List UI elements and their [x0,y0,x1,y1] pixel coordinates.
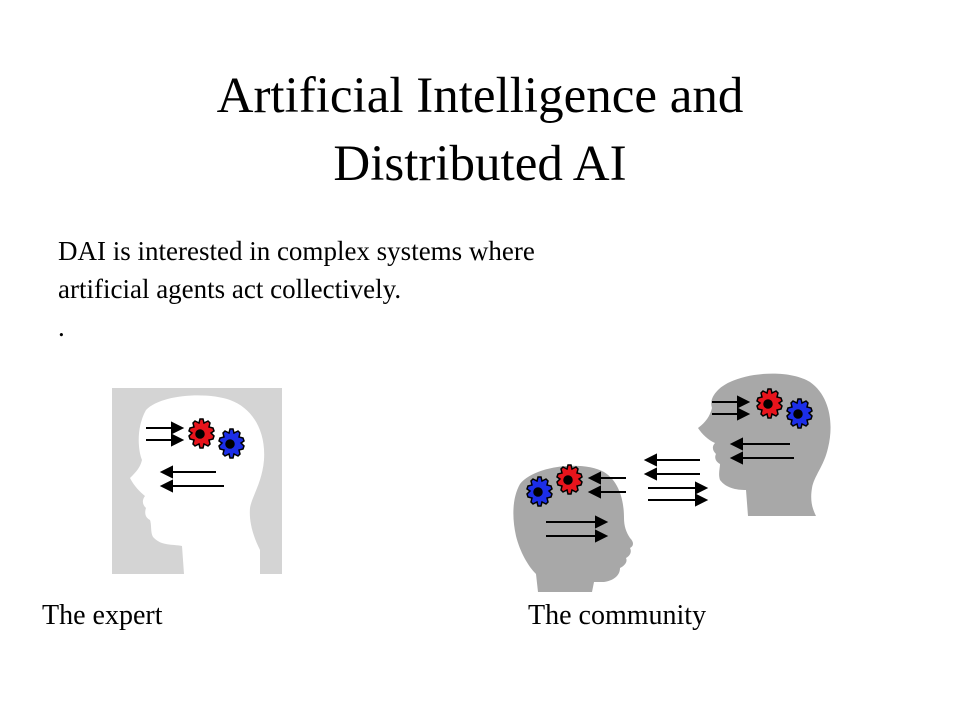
body-line-1: DAI is interested in complex systems whe… [58,236,535,266]
two-heads-communicating-icon [513,373,831,592]
caption-expert: The expert [42,600,163,631]
caption-community: The community [528,600,707,631]
slide-body: DAI is interested in complex systems whe… [58,232,535,346]
red-gear-icon [188,418,215,449]
blue-gear-icon [218,428,245,459]
left-red-gear-icon [556,464,583,495]
exchange-arrows-icon [643,453,709,507]
body-line-2: artificial agents act collectively. [58,274,402,304]
title-line-2: Distributed AI [333,136,627,192]
title-line-1: Artificial Intelligence and [216,68,744,124]
slide: Artificial Intelligence and Distributed … [0,0,960,720]
slide-title: Artificial Intelligence and Distributed … [0,62,960,198]
right-blue-gear-icon [786,398,813,429]
head-with-gears-icon [112,388,282,574]
body-line-3: . [58,312,65,342]
right-red-gear-icon [756,388,783,419]
left-blue-gear-icon [526,476,553,507]
